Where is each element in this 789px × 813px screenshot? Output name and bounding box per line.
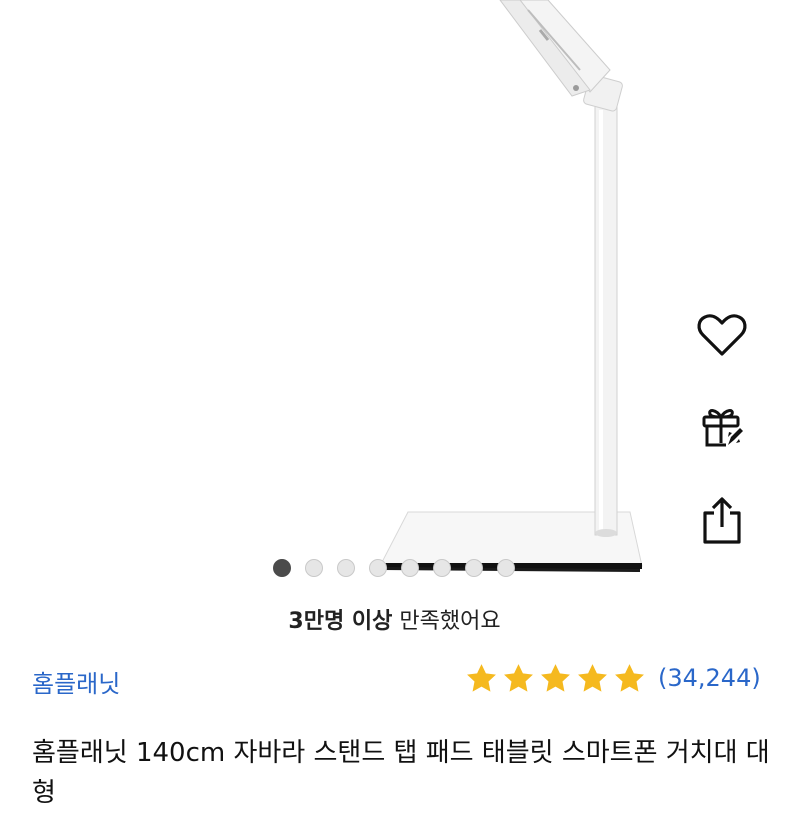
gift-icon: [702, 409, 743, 447]
share-icon: [703, 497, 741, 544]
satisfaction-highlight: 3만명 이상: [288, 609, 393, 634]
carousel-dot-6[interactable]: [433, 559, 451, 577]
star-icon: [615, 663, 644, 692]
carousel-dot-1[interactable]: [273, 559, 291, 577]
star-icon: [467, 663, 496, 692]
carousel-dot-2[interactable]: [305, 559, 323, 577]
star-icon: [504, 663, 533, 692]
wishlist-button[interactable]: [693, 306, 751, 364]
carousel-dot-8[interactable]: [497, 559, 515, 577]
review-count[interactable]: (34,244): [658, 664, 761, 692]
brand-link[interactable]: 홈플래닛: [32, 664, 120, 699]
rating[interactable]: (34,244): [465, 660, 761, 696]
share-button[interactable]: [693, 492, 751, 550]
product-image[interactable]: [0, 0, 789, 590]
product-title: 홈플래닛 140cm 자바라 스탠드 탭 패드 태블릿 스마트폰 거치대 대형: [32, 738, 770, 808]
carousel-dot-3[interactable]: [337, 559, 355, 577]
carousel-dot-5[interactable]: [401, 559, 419, 577]
tablet-stand-image: [379, 0, 643, 572]
satisfaction-label: 만족했어요: [392, 609, 501, 634]
heart-icon: [697, 314, 747, 356]
satisfaction-text: 3만명 이상 만족했어요: [0, 603, 789, 635]
star-icon: [578, 663, 607, 692]
carousel-dot-7[interactable]: [465, 559, 483, 577]
star-icon: [541, 663, 570, 692]
gift-button[interactable]: [693, 398, 751, 456]
carousel-dot-4[interactable]: [369, 559, 387, 577]
